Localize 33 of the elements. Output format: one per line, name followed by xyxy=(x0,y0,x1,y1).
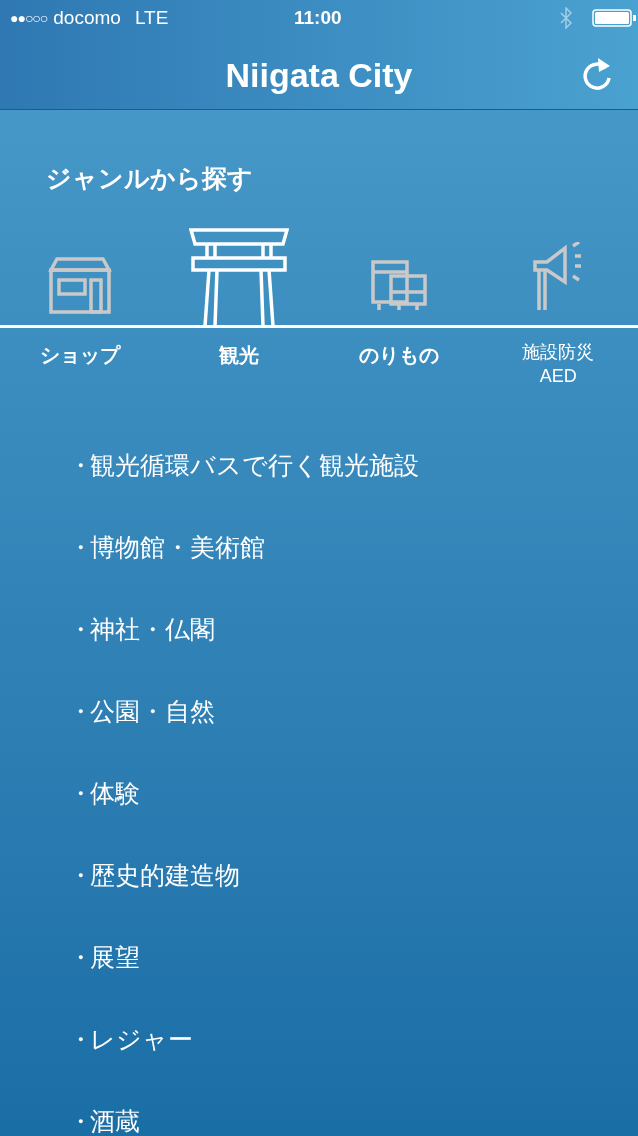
bullet-mark: ・ xyxy=(68,449,90,481)
category-item[interactable]: 酒蔵 xyxy=(90,1102,140,1136)
bullet-mark: ・ xyxy=(68,777,90,809)
bullet-mark: ・ xyxy=(68,941,90,973)
genre-label[interactable]: ショップ xyxy=(39,339,120,388)
bullet-mark: ・ xyxy=(68,859,90,891)
shop-icon xyxy=(46,255,113,314)
category-item[interactable]: 展望 xyxy=(90,938,140,977)
category-item[interactable]: 歴史的建造物 xyxy=(90,856,240,895)
bullet-mark: ・ xyxy=(68,531,90,563)
genre-label[interactable]: 施設防災 AED xyxy=(522,339,595,388)
category-item[interactable]: 神社・仏閣 xyxy=(90,610,215,649)
refresh-button[interactable] xyxy=(580,56,614,92)
category-item[interactable]: 公園・自然 xyxy=(90,692,215,731)
bluetooth-icon xyxy=(560,7,572,29)
refresh-icon xyxy=(580,56,614,92)
battery-icon xyxy=(592,9,638,27)
signal-strength: ●●○○○ xyxy=(10,8,48,28)
genre-label[interactable]: 観光 xyxy=(219,339,260,388)
bullet-mark: ・ xyxy=(68,1023,90,1055)
bullet-mark: ・ xyxy=(68,613,90,645)
category-item[interactable]: レジャー xyxy=(90,1020,193,1059)
status-time: 11:00 xyxy=(294,5,342,30)
carrier-name: docomo xyxy=(53,5,121,30)
category-item[interactable]: 観光循環バスで行く観光施設 xyxy=(90,446,419,485)
bullet-mark: ・ xyxy=(68,1105,90,1136)
network-type: LTE xyxy=(134,5,169,30)
section-title: ジャンルから探す xyxy=(46,163,254,194)
category-item[interactable]: 体験 xyxy=(90,774,140,813)
genre-label[interactable]: のりもの xyxy=(358,339,439,388)
app-title: Niigata City xyxy=(225,55,413,96)
bullet-mark: ・ xyxy=(68,695,90,727)
category-item[interactable]: 博物館・美術館 xyxy=(90,528,265,567)
